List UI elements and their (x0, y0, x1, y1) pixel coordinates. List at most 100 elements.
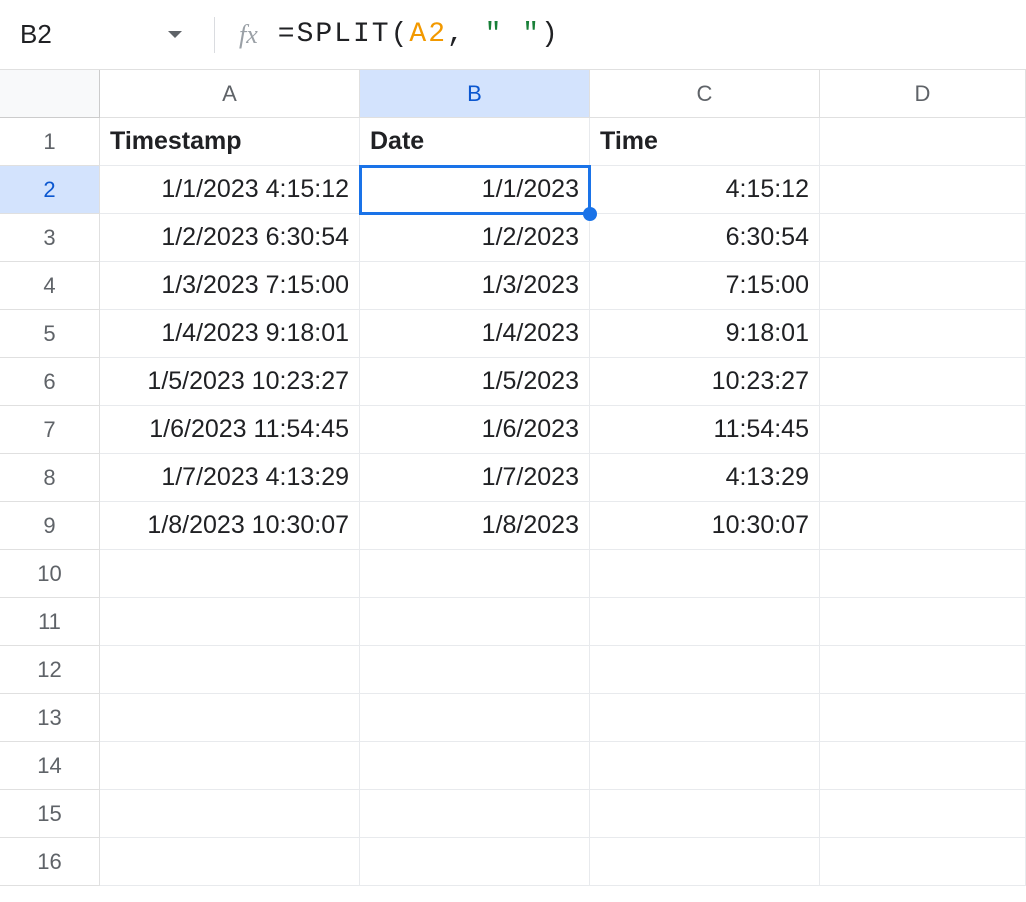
column-header-C[interactable]: C (590, 70, 820, 118)
row-header-10[interactable]: 10 (0, 550, 100, 598)
formula-close: ) (541, 19, 560, 50)
row-header-6[interactable]: 6 (0, 358, 100, 406)
cell-B12[interactable] (360, 646, 590, 694)
cell-B3[interactable]: 1/2/2023 (360, 214, 590, 262)
divider (214, 17, 215, 53)
cell-A4[interactable]: 1/3/2023 7:15:00 (100, 262, 360, 310)
caret-down-icon[interactable] (168, 31, 182, 38)
cell-A13[interactable] (100, 694, 360, 742)
cell-B9[interactable]: 1/8/2023 (360, 502, 590, 550)
cell-C11[interactable] (590, 598, 820, 646)
fx-icon[interactable]: fx (239, 20, 258, 50)
cell-B7[interactable]: 1/6/2023 (360, 406, 590, 454)
row-header-11[interactable]: 11 (0, 598, 100, 646)
cell-B10[interactable] (360, 550, 590, 598)
formula-prefix: = (278, 19, 297, 50)
cell-D13[interactable] (820, 694, 1026, 742)
cell-B16[interactable] (360, 838, 590, 886)
cell-A15[interactable] (100, 790, 360, 838)
cell-C6[interactable]: 10:23:27 (590, 358, 820, 406)
cell-A11[interactable] (100, 598, 360, 646)
cell-D1[interactable] (820, 118, 1026, 166)
cell-C7[interactable]: 11:54:45 (590, 406, 820, 454)
cell-D15[interactable] (820, 790, 1026, 838)
cell-A9[interactable]: 1/8/2023 10:30:07 (100, 502, 360, 550)
row-header-12[interactable]: 12 (0, 646, 100, 694)
row-header-16[interactable]: 16 (0, 838, 100, 886)
formula-open: ( (391, 19, 410, 50)
cell-A12[interactable] (100, 646, 360, 694)
cell-C14[interactable] (590, 742, 820, 790)
cell-D3[interactable] (820, 214, 1026, 262)
cell-A14[interactable] (100, 742, 360, 790)
cell-C10[interactable] (590, 550, 820, 598)
formula-string: " " (485, 19, 541, 50)
cell-D8[interactable] (820, 454, 1026, 502)
cell-B1[interactable]: Date (360, 118, 590, 166)
cell-C5[interactable]: 9:18:01 (590, 310, 820, 358)
cell-A8[interactable]: 1/7/2023 4:13:29 (100, 454, 360, 502)
name-box[interactable]: B2 (20, 19, 190, 50)
cell-A10[interactable] (100, 550, 360, 598)
formula-input[interactable]: =SPLIT(A2, " ") (278, 19, 560, 50)
cell-C9[interactable]: 10:30:07 (590, 502, 820, 550)
cell-B5[interactable]: 1/4/2023 (360, 310, 590, 358)
cell-B13[interactable] (360, 694, 590, 742)
cell-D6[interactable] (820, 358, 1026, 406)
name-box-value: B2 (20, 19, 168, 50)
cell-B8[interactable]: 1/7/2023 (360, 454, 590, 502)
formula-function: SPLIT (297, 19, 391, 50)
row-header-13[interactable]: 13 (0, 694, 100, 742)
cell-D12[interactable] (820, 646, 1026, 694)
cell-A5[interactable]: 1/4/2023 9:18:01 (100, 310, 360, 358)
column-header-A[interactable]: A (100, 70, 360, 118)
cell-C12[interactable] (590, 646, 820, 694)
cell-A6[interactable]: 1/5/2023 10:23:27 (100, 358, 360, 406)
row-header-4[interactable]: 4 (0, 262, 100, 310)
cell-B6[interactable]: 1/5/2023 (360, 358, 590, 406)
cell-B11[interactable] (360, 598, 590, 646)
row-header-7[interactable]: 7 (0, 406, 100, 454)
row-header-15[interactable]: 15 (0, 790, 100, 838)
spreadsheet-grid[interactable]: ABCD1TimestampDateTime21/1/2023 4:15:121… (0, 70, 1026, 886)
row-header-5[interactable]: 5 (0, 310, 100, 358)
select-all-corner[interactable] (0, 70, 100, 118)
cell-D9[interactable] (820, 502, 1026, 550)
cell-D7[interactable] (820, 406, 1026, 454)
cell-C1[interactable]: Time (590, 118, 820, 166)
row-header-8[interactable]: 8 (0, 454, 100, 502)
cell-C3[interactable]: 6:30:54 (590, 214, 820, 262)
row-header-9[interactable]: 9 (0, 502, 100, 550)
cell-C8[interactable]: 4:13:29 (590, 454, 820, 502)
cell-A7[interactable]: 1/6/2023 11:54:45 (100, 406, 360, 454)
column-header-D[interactable]: D (820, 70, 1026, 118)
cell-D14[interactable] (820, 742, 1026, 790)
cell-C15[interactable] (590, 790, 820, 838)
formula-bar: B2 fx =SPLIT(A2, " ") (0, 0, 1026, 70)
cell-B14[interactable] (360, 742, 590, 790)
formula-ref: A2 (409, 19, 447, 50)
cell-C13[interactable] (590, 694, 820, 742)
cell-D4[interactable] (820, 262, 1026, 310)
cell-B4[interactable]: 1/3/2023 (360, 262, 590, 310)
cell-A1[interactable]: Timestamp (100, 118, 360, 166)
cell-A16[interactable] (100, 838, 360, 886)
cell-C2[interactable]: 4:15:12 (590, 166, 820, 214)
cell-D16[interactable] (820, 838, 1026, 886)
formula-comma: , (447, 19, 485, 50)
cell-D2[interactable] (820, 166, 1026, 214)
column-header-B[interactable]: B (360, 70, 590, 118)
cell-D11[interactable] (820, 598, 1026, 646)
row-header-2[interactable]: 2 (0, 166, 100, 214)
cell-B15[interactable] (360, 790, 590, 838)
cell-C16[interactable] (590, 838, 820, 886)
cell-B2[interactable]: 1/1/2023 (360, 166, 590, 214)
cell-A2[interactable]: 1/1/2023 4:15:12 (100, 166, 360, 214)
row-header-3[interactable]: 3 (0, 214, 100, 262)
cell-A3[interactable]: 1/2/2023 6:30:54 (100, 214, 360, 262)
cell-D10[interactable] (820, 550, 1026, 598)
row-header-14[interactable]: 14 (0, 742, 100, 790)
cell-C4[interactable]: 7:15:00 (590, 262, 820, 310)
row-header-1[interactable]: 1 (0, 118, 100, 166)
cell-D5[interactable] (820, 310, 1026, 358)
